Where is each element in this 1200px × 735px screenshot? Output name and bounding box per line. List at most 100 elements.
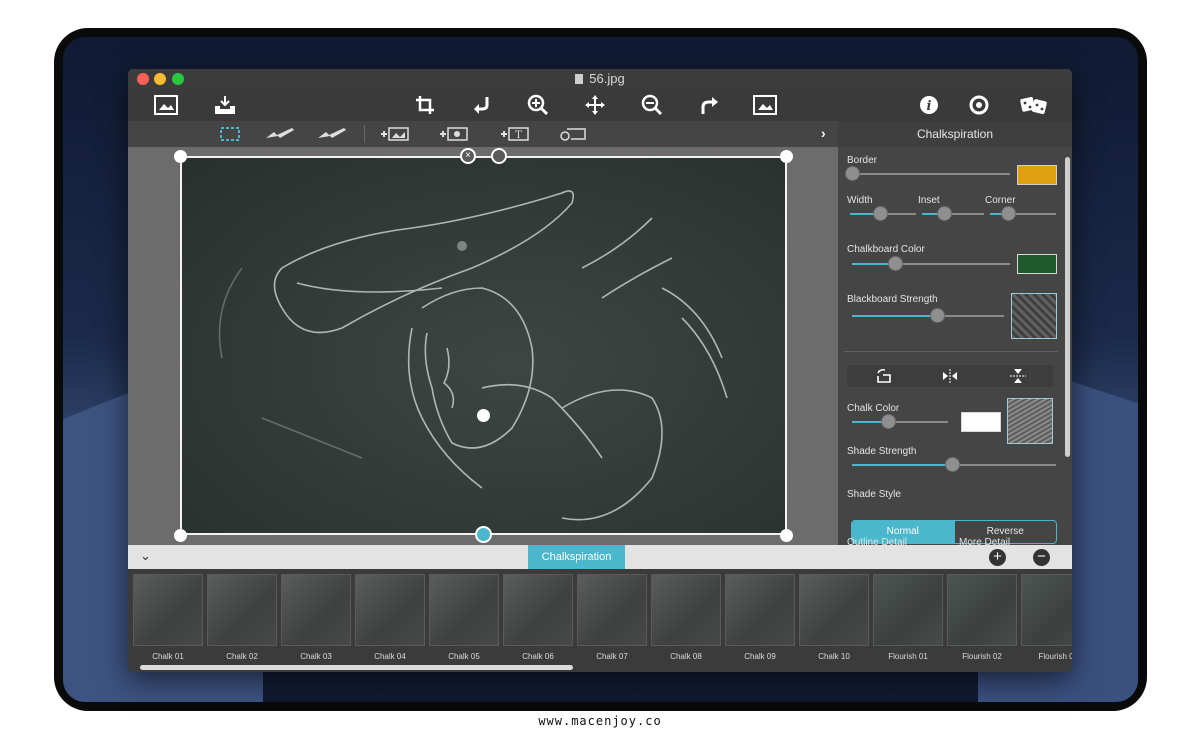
center-handle[interactable] — [477, 409, 490, 422]
preset-item[interactable]: Chalk 10 — [799, 574, 869, 661]
plus-icon[interactable]: + — [989, 549, 1006, 566]
resize-handle-bottom-right[interactable] — [780, 529, 793, 542]
duplicate-selection-icon[interactable] — [491, 148, 507, 164]
preset-item[interactable]: Chalk 08 — [651, 574, 721, 661]
panel-title: Chalkspiration — [838, 121, 1072, 147]
add-tag-icon[interactable] — [558, 123, 590, 145]
preset-label: Chalk 07 — [596, 652, 628, 661]
preset-item[interactable]: Chalk 01 — [133, 574, 203, 661]
minus-icon[interactable]: − — [1033, 549, 1050, 566]
main-toolbar: i — [128, 89, 1072, 121]
select-rect-icon[interactable] — [214, 123, 246, 145]
preset-label: Chalk 02 — [226, 652, 258, 661]
title-bar: 56.jpg — [128, 69, 1072, 89]
preset-item[interactable]: Chalk 06 — [503, 574, 573, 661]
inset-label: Inset — [918, 195, 940, 206]
preset-label: Flourish 01 — [888, 652, 928, 661]
preset-item[interactable]: Flourish 01 — [873, 574, 943, 661]
chevron-right-icon[interactable]: › — [821, 125, 826, 141]
preset-item[interactable]: Chalk 05 — [429, 574, 499, 661]
preset-thumbnail — [577, 574, 647, 646]
preset-filmstrip: Chalk 01 Chalk 02 Chalk 03 Chalk 04 Chalk 05… — [128, 569, 1072, 672]
preset-item[interactable]: Chalk 03 — [281, 574, 351, 661]
more-detail-label: More Detail — [959, 537, 1011, 545]
remove-selection-icon[interactable]: × — [460, 148, 476, 164]
resize-handle-top-right[interactable] — [780, 150, 793, 163]
brush-remove-icon[interactable] — [316, 123, 348, 145]
preset-item[interactable]: Chalk 07 — [577, 574, 647, 661]
resize-handle-bottom-left[interactable] — [174, 529, 187, 542]
redo-icon[interactable] — [696, 92, 722, 118]
toolbar-divider — [364, 125, 365, 143]
minimize-window-button[interactable] — [154, 73, 166, 85]
brush-add-icon[interactable] — [264, 123, 296, 145]
outline-detail-label: Outline Detail — [847, 537, 908, 545]
flip-horizontal-icon[interactable] — [941, 368, 959, 384]
image-canvas[interactable]: × — [128, 147, 838, 545]
settings-panel: Chalkspiration Border Width Inset Corner… — [838, 121, 1072, 545]
shade-strength-slider[interactable] — [852, 457, 1056, 472]
chalkboard-color-well[interactable] — [1017, 254, 1057, 274]
preset-item[interactable]: Flourish 0 — [1021, 574, 1072, 661]
chalkboard-color-slider[interactable] — [852, 256, 1010, 271]
border-slider[interactable] — [845, 166, 1010, 181]
rotate-handle-icon[interactable] — [475, 526, 492, 543]
preset-category-tab[interactable]: Chalkspiration — [528, 545, 625, 569]
filmstrip-scrollbar[interactable] — [140, 665, 573, 670]
preset-thumbnail — [429, 574, 499, 646]
zoom-in-icon[interactable] — [525, 92, 551, 118]
collapse-chevron-icon[interactable]: ⌄ — [140, 548, 151, 564]
preset-thumbnail — [799, 574, 869, 646]
preset-label: Chalk 10 — [818, 652, 850, 661]
preset-label: Chalk 09 — [744, 652, 776, 661]
panel-scrollbar[interactable] — [1065, 157, 1070, 457]
preset-thumbnail — [1021, 574, 1072, 646]
chalk-texture-thumbnail[interactable] — [1007, 398, 1053, 444]
preset-thumbnail — [873, 574, 943, 646]
help-icon[interactable] — [966, 92, 992, 118]
add-image-icon[interactable] — [379, 123, 411, 145]
save-tray-icon[interactable] — [212, 92, 238, 118]
resize-handle-top-left[interactable] — [174, 150, 187, 163]
preset-label: Chalk 03 — [300, 652, 332, 661]
preset-thumbnail — [947, 574, 1017, 646]
inset-slider[interactable] — [922, 206, 984, 221]
zoom-out-icon[interactable] — [639, 92, 665, 118]
rotate-icon[interactable] — [875, 368, 893, 384]
chalk-color-slider[interactable] — [852, 414, 948, 429]
corner-slider[interactable] — [990, 206, 1056, 221]
add-burst-icon[interactable] — [438, 123, 470, 145]
dice-icon[interactable] — [1018, 92, 1050, 118]
preset-thumbnail — [503, 574, 573, 646]
flip-vertical-icon[interactable] — [1009, 368, 1027, 384]
blackboard-texture-thumbnail[interactable] — [1011, 293, 1057, 339]
undo-icon[interactable] — [468, 92, 494, 118]
preset-item[interactable]: Chalk 02 — [207, 574, 277, 661]
width-slider[interactable] — [850, 206, 916, 221]
preset-item[interactable]: Flourish 02 — [947, 574, 1017, 661]
preset-item[interactable]: Chalk 09 — [725, 574, 795, 661]
shade-strength-label: Shade Strength — [847, 446, 917, 457]
preset-label: Chalk 04 — [374, 652, 406, 661]
crop-icon[interactable] — [412, 92, 438, 118]
preset-thumbnail — [651, 574, 721, 646]
preset-item[interactable]: Chalk 04 — [355, 574, 425, 661]
open-image-icon[interactable] — [153, 92, 179, 118]
blackboard-strength-label: Blackboard Strength — [847, 294, 938, 305]
svg-text:T: T — [515, 130, 522, 141]
preset-thumbnail — [133, 574, 203, 646]
preset-thumbnail — [207, 574, 277, 646]
chalk-photo — [180, 156, 787, 535]
transform-bar — [847, 365, 1053, 387]
fit-image-icon[interactable] — [752, 92, 778, 118]
close-window-button[interactable] — [137, 73, 149, 85]
blackboard-strength-slider[interactable] — [852, 308, 1004, 323]
chalkboard-color-label: Chalkboard Color — [847, 244, 925, 255]
zoom-window-button[interactable] — [172, 73, 184, 85]
move-icon[interactable] — [582, 92, 608, 118]
border-color-well[interactable] — [1017, 165, 1057, 185]
preset-label: Chalk 08 — [670, 652, 702, 661]
info-icon[interactable]: i — [916, 92, 942, 118]
chalk-color-well[interactable] — [961, 412, 1001, 432]
add-text-icon[interactable]: T — [499, 123, 531, 145]
